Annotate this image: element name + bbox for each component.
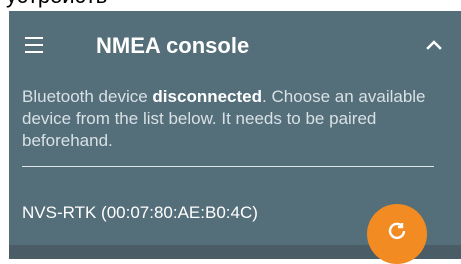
top-caption: устройств: [6, 0, 107, 8]
divider: [22, 166, 434, 167]
page-title: NMEA console: [96, 33, 250, 58]
connection-status-message: Bluetooth device disconnected. Choose an…: [22, 86, 442, 152]
device-label: NVS-RTK (00:07:80:AE:B0:4C): [22, 203, 258, 222]
top-strip: устройств: [0, 0, 461, 11]
refresh-button[interactable]: [367, 204, 427, 264]
chevron-up-icon[interactable]: [425, 36, 443, 54]
toolbar: NMEA console: [9, 11, 461, 80]
refresh-icon: [388, 222, 406, 240]
status-prefix: Bluetooth device: [22, 87, 153, 106]
connection-state: disconnected: [152, 87, 263, 106]
hamburger-menu-icon[interactable]: [25, 37, 43, 53]
